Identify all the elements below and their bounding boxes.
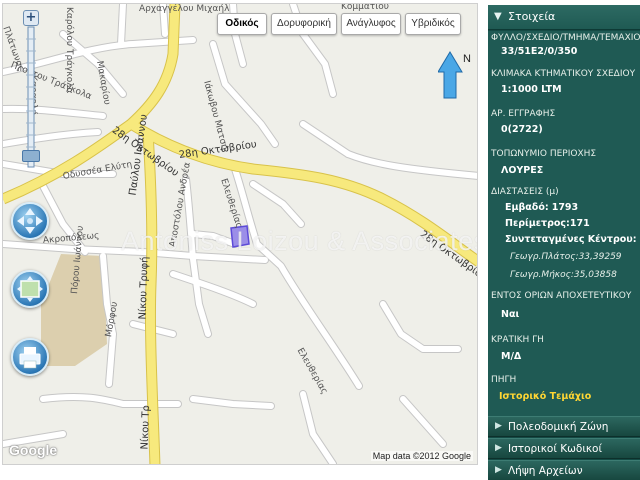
zoom-extent-control[interactable] xyxy=(11,270,49,308)
sewer-label: ΕΝΤΟΣ ΟΡΙΩΝ ΑΠΟΧΕΤΕΥΤΙΚΟΥ xyxy=(491,291,632,301)
zoom-in-button[interactable]: + xyxy=(23,10,39,26)
latitude-value: Γεωγρ.Πλάτος:33,39259 xyxy=(510,252,622,262)
details-title: Στοιχεία xyxy=(508,10,556,23)
state-land-label: ΚΡΑΤΙΚΗ ΓΗ xyxy=(491,335,544,345)
print-control[interactable] xyxy=(11,338,49,376)
area-value: 1793 xyxy=(551,202,579,213)
map-attribution: Map data ©2012 Google xyxy=(370,451,473,461)
print-icon xyxy=(19,347,41,369)
sewer-value: Ναι xyxy=(501,309,520,320)
perimeter-label: Περίμετρος: xyxy=(505,218,570,229)
scale-value: 1:1000 LTM xyxy=(501,84,562,95)
state-land-value: Μ/Δ xyxy=(501,351,522,362)
accordion-label: Πολεοδομική Ζώνη xyxy=(508,421,609,433)
longitude-value: Γεωγρ.Μήκος:35,03858 xyxy=(510,270,617,280)
scale-label: ΚΛΙΜΑΚΑ ΚΤΗΜΑΤΙΚΟΥ ΣΧΕΔΙΟΥ xyxy=(491,69,636,79)
accordion-historic-codes[interactable]: ▶ Ιστορικοί Κωδικοί xyxy=(488,438,640,459)
pan-control[interactable] xyxy=(11,202,49,240)
perimeter-row: Περίμετρος:171 xyxy=(505,218,590,229)
pan-arrows-icon xyxy=(17,208,43,234)
zoom-extent-icon xyxy=(17,276,43,302)
accordion-label: Ιστορικοί Κωδικοί xyxy=(508,443,603,455)
perimeter-value: 171 xyxy=(569,218,590,229)
expand-arrow-icon: ▶ xyxy=(495,443,502,453)
zoom-slider[interactable] xyxy=(23,9,39,169)
map-type-road-button[interactable]: Οδικός xyxy=(217,13,267,35)
collapse-arrow-icon: ▼ xyxy=(494,11,502,22)
street-label: Νίκου Τρ xyxy=(139,405,153,450)
source-label: ΠΗΓΗ xyxy=(491,375,517,385)
historic-parcel-link[interactable]: Ιστορικό Τεμάχιο xyxy=(499,391,591,402)
area-label: Εμβαδό: xyxy=(505,202,549,213)
map-type-terrain-button[interactable]: Ανάγλυφος xyxy=(341,13,401,35)
locality-label: ΤΟΠΩΝΥΜΙΟ ΠΕΡΙΟΧΗΣ xyxy=(491,149,597,159)
accordion-planning-zone[interactable]: ▶ Πολεοδομική Ζώνη xyxy=(488,416,640,437)
details-body: ΦΥΛΛΟ/ΣΧΕΔΙΟ/ΤΜΗΜΑ/ΤΕΜΑΧΙΟ 33/51E2/0/350… xyxy=(488,31,640,419)
map-type-hybrid-button[interactable]: Υβριδικός xyxy=(405,13,461,35)
dimensions-label: ΔΙΑΣΤΑΣΕΙΣ (μ) xyxy=(491,187,559,197)
accordion-file-download[interactable]: ▶ Λήψη Αρχείων xyxy=(488,460,640,480)
details-header[interactable]: ▼ Στοιχεία xyxy=(488,5,640,30)
area-row: Εμβαδό: 1793 xyxy=(505,202,578,213)
svg-text:N: N xyxy=(463,53,471,65)
center-coords-label: Συντεταγμένες Κέντρου: xyxy=(505,234,637,245)
map-view[interactable]: Αρχαγγέλου Μιχαήλ Καρόλου Τράγκολα Πλάτω… xyxy=(2,3,478,465)
north-arrow-icon: N xyxy=(438,51,471,99)
street-label: Νίκου Τρυφή xyxy=(137,256,151,320)
google-logo: Google xyxy=(9,442,58,458)
zoom-slider-knob[interactable] xyxy=(22,150,40,162)
locality-value: ΛΟΥΡΕΣ xyxy=(501,165,544,176)
registration-value: 0(2722) xyxy=(501,124,543,135)
accordion-label: Λήψη Αρχείων xyxy=(508,465,583,477)
sheet-label: ΦΥΛΛΟ/ΣΧΕΔΙΟ/ΤΜΗΜΑ/ΤΕΜΑΧΙΟ xyxy=(491,33,640,43)
registration-label: ΑΡ. ΕΓΓΡΑΦΗΣ xyxy=(491,109,556,119)
street-label: Κομματιού xyxy=(341,3,389,12)
app-root: Αρχαγγέλου Μιχαήλ Καρόλου Τράγκολα Πλάτω… xyxy=(0,0,640,480)
map-type-satellite-button[interactable]: Δορυφορική xyxy=(271,13,337,35)
info-panel: ▼ Στοιχεία ΦΥΛΛΟ/ΣΧΕΔΙΟ/ΤΜΗΜΑ/ΤΕΜΑΧΙΟ 33… xyxy=(488,5,640,480)
expand-arrow-icon: ▶ xyxy=(495,421,502,431)
street-label: Καρόλου Τράγκολα xyxy=(64,7,74,94)
expand-arrow-icon: ▶ xyxy=(495,465,502,475)
sheet-value: 33/51E2/0/350 xyxy=(501,46,578,57)
street-label: Αρχαγγέλου Μιχαήλ xyxy=(139,4,230,14)
